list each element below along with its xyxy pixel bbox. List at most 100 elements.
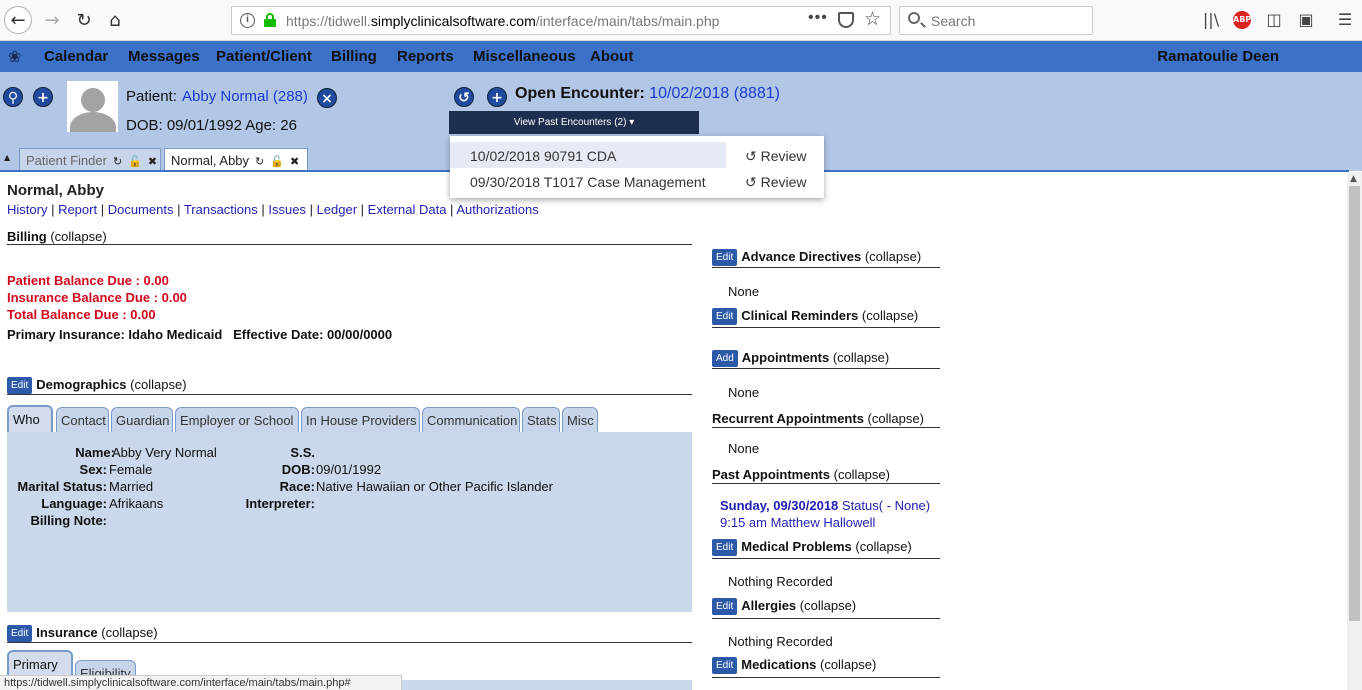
hamburger-menu-icon[interactable]: ☰ (1335, 10, 1355, 30)
collapse-link[interactable]: (collapse) (820, 657, 876, 672)
new-encounter-icon[interactable]: + (487, 87, 507, 107)
home-icon[interactable]: ⌂ (101, 6, 129, 34)
patient-summary: Normal, Abby History | Report | Document… (0, 172, 1349, 690)
url-text[interactable]: https://tidwell.simplyclinicalsoftware.c… (286, 13, 719, 29)
unlock-icon[interactable]: 🔓 (270, 156, 284, 168)
tab-contact[interactable]: Contact (56, 407, 109, 433)
review-link[interactable]: ↺ Review (745, 174, 807, 191)
lock-icon[interactable] (264, 13, 276, 27)
field-value: 09/01/1992 (316, 462, 382, 477)
collapse-link[interactable]: (collapse) (865, 249, 921, 264)
open-encounter-link[interactable]: 10/02/2018 (8881) (649, 85, 780, 102)
tab-normal-abby[interactable]: Normal, Abby ↻ 🔓 ✖ (164, 148, 308, 172)
past-encounter-row[interactable]: 09/30/2018 T1017 Case Management ↺ Revie… (450, 166, 824, 192)
link-ledger[interactable]: Ledger (317, 202, 357, 217)
close-icon[interactable]: ✖ (148, 156, 157, 168)
collapse-link[interactable]: (collapse) (834, 467, 890, 482)
tab-in-house-providers[interactable]: In House Providers (301, 407, 420, 433)
current-user[interactable]: Ramatoulie Deen (1157, 48, 1279, 65)
app-logo-icon[interactable]: ❀ (8, 47, 28, 66)
vertical-scrollbar[interactable]: ▲ (1347, 172, 1362, 690)
back-arrow-icon[interactable]: ← (4, 6, 32, 34)
collapse-link[interactable]: (collapse) (130, 377, 186, 392)
encounter-history-icon[interactable]: ↺ (454, 87, 474, 107)
past-encounter-label[interactable]: 09/30/2018 T1017 Case Management (470, 174, 706, 190)
collapse-link[interactable]: (collapse) (868, 411, 924, 426)
past-encounter-row[interactable]: 10/02/2018 90791 CDA ↺ Review (450, 140, 824, 168)
close-patient-icon[interactable]: × (317, 88, 337, 108)
tab-communication[interactable]: Communication (422, 407, 520, 433)
menu-about[interactable]: About (590, 48, 633, 65)
collapse-link[interactable]: (collapse) (862, 308, 918, 323)
collapse-link[interactable]: (collapse) (101, 625, 157, 640)
menu-reports[interactable]: Reports (397, 48, 454, 65)
status-bar-url: https://tidwell.simplyclinicalsoftware.c… (0, 675, 402, 690)
collapse-link[interactable]: (collapse) (50, 229, 106, 244)
menu-billing[interactable]: Billing (331, 48, 377, 65)
refresh-icon[interactable]: ↻ (113, 156, 122, 168)
patient-search-icon[interactable]: ⚲ (3, 87, 23, 107)
menu-messages[interactable]: Messages (128, 48, 200, 65)
insurance-section-title: Edit Insurance (collapse) (7, 625, 158, 643)
pocket-icon[interactable] (838, 12, 854, 28)
tab-guardian[interactable]: Guardian (111, 407, 173, 433)
adblock-icon[interactable]: ABP (1233, 11, 1251, 29)
past-encounter-label[interactable]: 10/02/2018 90791 CDA (470, 148, 616, 164)
insurance-edit-button[interactable]: Edit (7, 625, 33, 643)
link-issues[interactable]: Issues (268, 202, 306, 217)
sidebar-icon[interactable]: ◫ (1264, 10, 1284, 30)
tab-who[interactable]: Who (7, 405, 53, 433)
browser-search-input[interactable]: Search (899, 6, 1093, 35)
collapse-link[interactable]: (collapse) (855, 539, 911, 554)
link-history[interactable]: History (7, 202, 47, 217)
collapse-link[interactable]: (collapse) (800, 598, 856, 613)
link-documents[interactable]: Documents (108, 202, 174, 217)
tab-stats[interactable]: Stats (522, 407, 560, 433)
clinical-reminders-edit-button[interactable]: Edit (712, 308, 738, 326)
scroll-up-icon[interactable]: ▲ (1350, 174, 1357, 184)
link-report[interactable]: Report (58, 202, 97, 217)
unlock-icon[interactable]: 🔓 (128, 156, 142, 168)
medical-problems-edit-button[interactable]: Edit (712, 539, 738, 557)
menu-calendar[interactable]: Calendar (44, 48, 108, 65)
refresh-icon[interactable]: ↻ (255, 156, 264, 168)
collapse-link[interactable]: (collapse) (833, 350, 889, 365)
info-icon[interactable]: i (240, 13, 255, 28)
tab-employer-or-school[interactable]: Employer or School (175, 407, 299, 433)
menu-miscellaneous[interactable]: Miscellaneous (473, 48, 576, 65)
close-icon[interactable]: ✖ (290, 156, 299, 168)
add-patient-icon[interactable]: + (33, 87, 53, 107)
bookmark-star-icon[interactable]: ☆ (864, 8, 881, 31)
forward-arrow-icon[interactable]: → (38, 6, 66, 34)
address-bar[interactable]: i https://tidwell.simplyclinicalsoftware… (231, 6, 891, 35)
advance-directives-edit-button[interactable]: Edit (712, 249, 738, 267)
reload-icon[interactable]: ↻ (70, 6, 98, 34)
allergies-edit-button[interactable]: Edit (712, 598, 738, 616)
tab-label: Patient Finder (26, 153, 107, 168)
past-appointment-provider[interactable]: 9:15 am Matthew Hallowell (720, 515, 875, 530)
section-divider (7, 394, 692, 395)
link-transactions[interactable]: Transactions (184, 202, 258, 217)
field-value: Married (109, 479, 154, 494)
tab-primary[interactable]: Primary (7, 650, 73, 678)
link-external-data[interactable]: External Data (368, 202, 447, 217)
page-actions-icon[interactable]: ••• (808, 9, 828, 27)
medications-edit-button[interactable]: Edit (712, 657, 738, 675)
tab-misc[interactable]: Misc (562, 407, 598, 433)
past-appointment-link[interactable]: Sunday, 09/30/2018 Status( - None) (720, 498, 930, 513)
link-authorizations[interactable]: Authorizations (456, 202, 538, 217)
screenshot-icon[interactable]: ▣ (1296, 10, 1316, 30)
review-link[interactable]: ↺ Review (745, 148, 807, 165)
menu-patient-client[interactable]: Patient/Client (216, 48, 312, 65)
field-label: DOB: (281, 462, 315, 477)
appointments-add-button[interactable]: Add (712, 350, 738, 368)
patient-name-link[interactable]: Abby Normal (288) (182, 88, 308, 105)
collapse-tabs-icon[interactable]: ▲ (4, 153, 10, 162)
view-past-encounters-button[interactable]: View Past Encounters (2) ▾ (449, 111, 699, 134)
demographics-edit-button[interactable]: Edit (7, 377, 33, 395)
past-appointment-date: Sunday, 09/30/2018 (720, 498, 839, 513)
scrollbar-thumb[interactable] (1349, 186, 1360, 621)
panel-title: Medical Problems (741, 539, 852, 554)
tab-patient-finder[interactable]: Patient Finder ↻ 🔓 ✖ (19, 148, 161, 171)
library-icon[interactable]: ||\ (1201, 10, 1221, 30)
